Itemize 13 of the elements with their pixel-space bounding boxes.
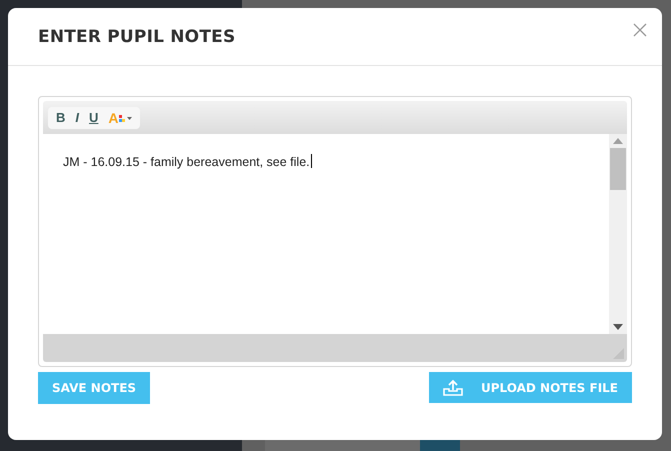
underline-button[interactable]: U (85, 109, 102, 127)
scroll-down-icon[interactable] (613, 324, 623, 330)
scrollbar[interactable] (609, 134, 627, 334)
color-swatch-icon (118, 114, 125, 122)
scroll-up-icon[interactable] (613, 138, 623, 144)
close-button[interactable] (632, 22, 648, 38)
italic-button[interactable]: I (71, 109, 84, 127)
scroll-thumb[interactable] (610, 148, 626, 190)
upload-icon (442, 379, 463, 396)
bold-button[interactable]: B (52, 109, 70, 127)
caret-icon (126, 116, 132, 120)
notes-editor[interactable]: JM - 16.09.15 - family bereavement, see file. (43, 134, 609, 334)
dialog-title: ENTER PUPIL NOTES (38, 26, 236, 46)
